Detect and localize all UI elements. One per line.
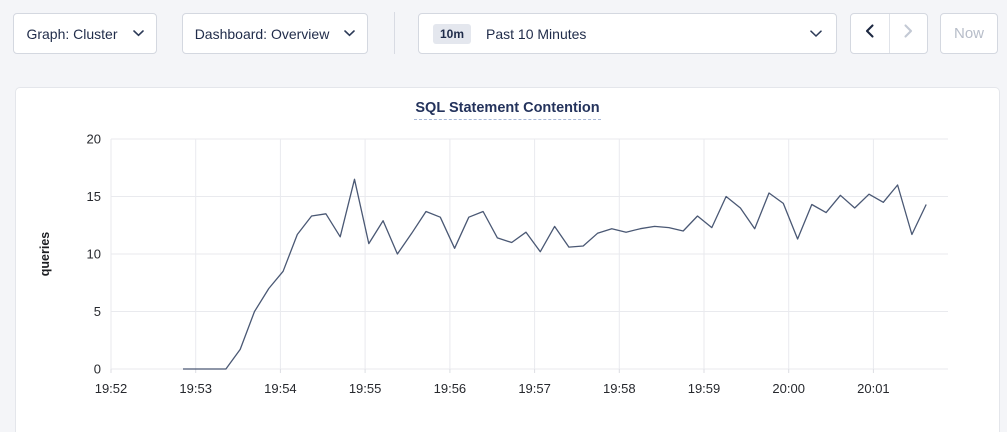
time-range-badge: 10m [433, 24, 471, 44]
svg-text:20: 20 [87, 132, 101, 147]
toolbar: Graph: Cluster Dashboard: Overview 10m P… [0, 0, 1007, 70]
svg-text:19:59: 19:59 [688, 381, 721, 396]
time-nav-group [850, 13, 928, 54]
svg-text:queries: queries [38, 232, 52, 277]
dashboard-dropdown[interactable]: Dashboard: Overview [182, 13, 368, 54]
svg-text:19:52: 19:52 [95, 381, 128, 396]
time-range-label: Past 10 Minutes [486, 26, 806, 42]
chart-card: SQL Statement Contention 0510152019:5219… [15, 87, 1000, 432]
next-time-button[interactable] [890, 14, 928, 53]
svg-text:0: 0 [94, 362, 101, 377]
svg-text:15: 15 [87, 189, 101, 204]
sql-contention-line-chart[interactable]: 0 5 10 15 20 19:52 19:53 19:54 19:55 19:56 19:57 19… [16, 88, 1001, 432]
chevron-down-icon [133, 30, 144, 37]
svg-text:19:58: 19:58 [603, 381, 636, 396]
time-range-selector[interactable]: 10m Past 10 Minutes [418, 13, 837, 54]
svg-text:5: 5 [94, 304, 101, 319]
svg-text:10: 10 [87, 247, 101, 262]
prev-time-button[interactable] [851, 14, 890, 53]
svg-text:19:56: 19:56 [434, 381, 467, 396]
svg-text:20:01: 20:01 [857, 381, 890, 396]
svg-text:19:53: 19:53 [179, 381, 212, 396]
svg-text:19:57: 19:57 [518, 381, 551, 396]
chevron-left-icon [863, 23, 877, 44]
svg-text:20:00: 20:00 [772, 381, 805, 396]
graph-dropdown[interactable]: Graph: Cluster [13, 13, 157, 54]
svg-text:19:55: 19:55 [349, 381, 382, 396]
dashboard-dropdown-label: Dashboard: Overview [195, 26, 330, 42]
now-button-label: Now [954, 25, 984, 42]
graph-dropdown-label: Graph: Cluster [26, 26, 117, 42]
chevron-down-icon [344, 30, 355, 37]
chevron-down-icon [810, 30, 822, 38]
svg-text:19:54: 19:54 [264, 381, 297, 396]
chevron-right-icon [901, 23, 915, 44]
toolbar-divider [394, 12, 395, 54]
now-button[interactable]: Now [940, 13, 998, 54]
